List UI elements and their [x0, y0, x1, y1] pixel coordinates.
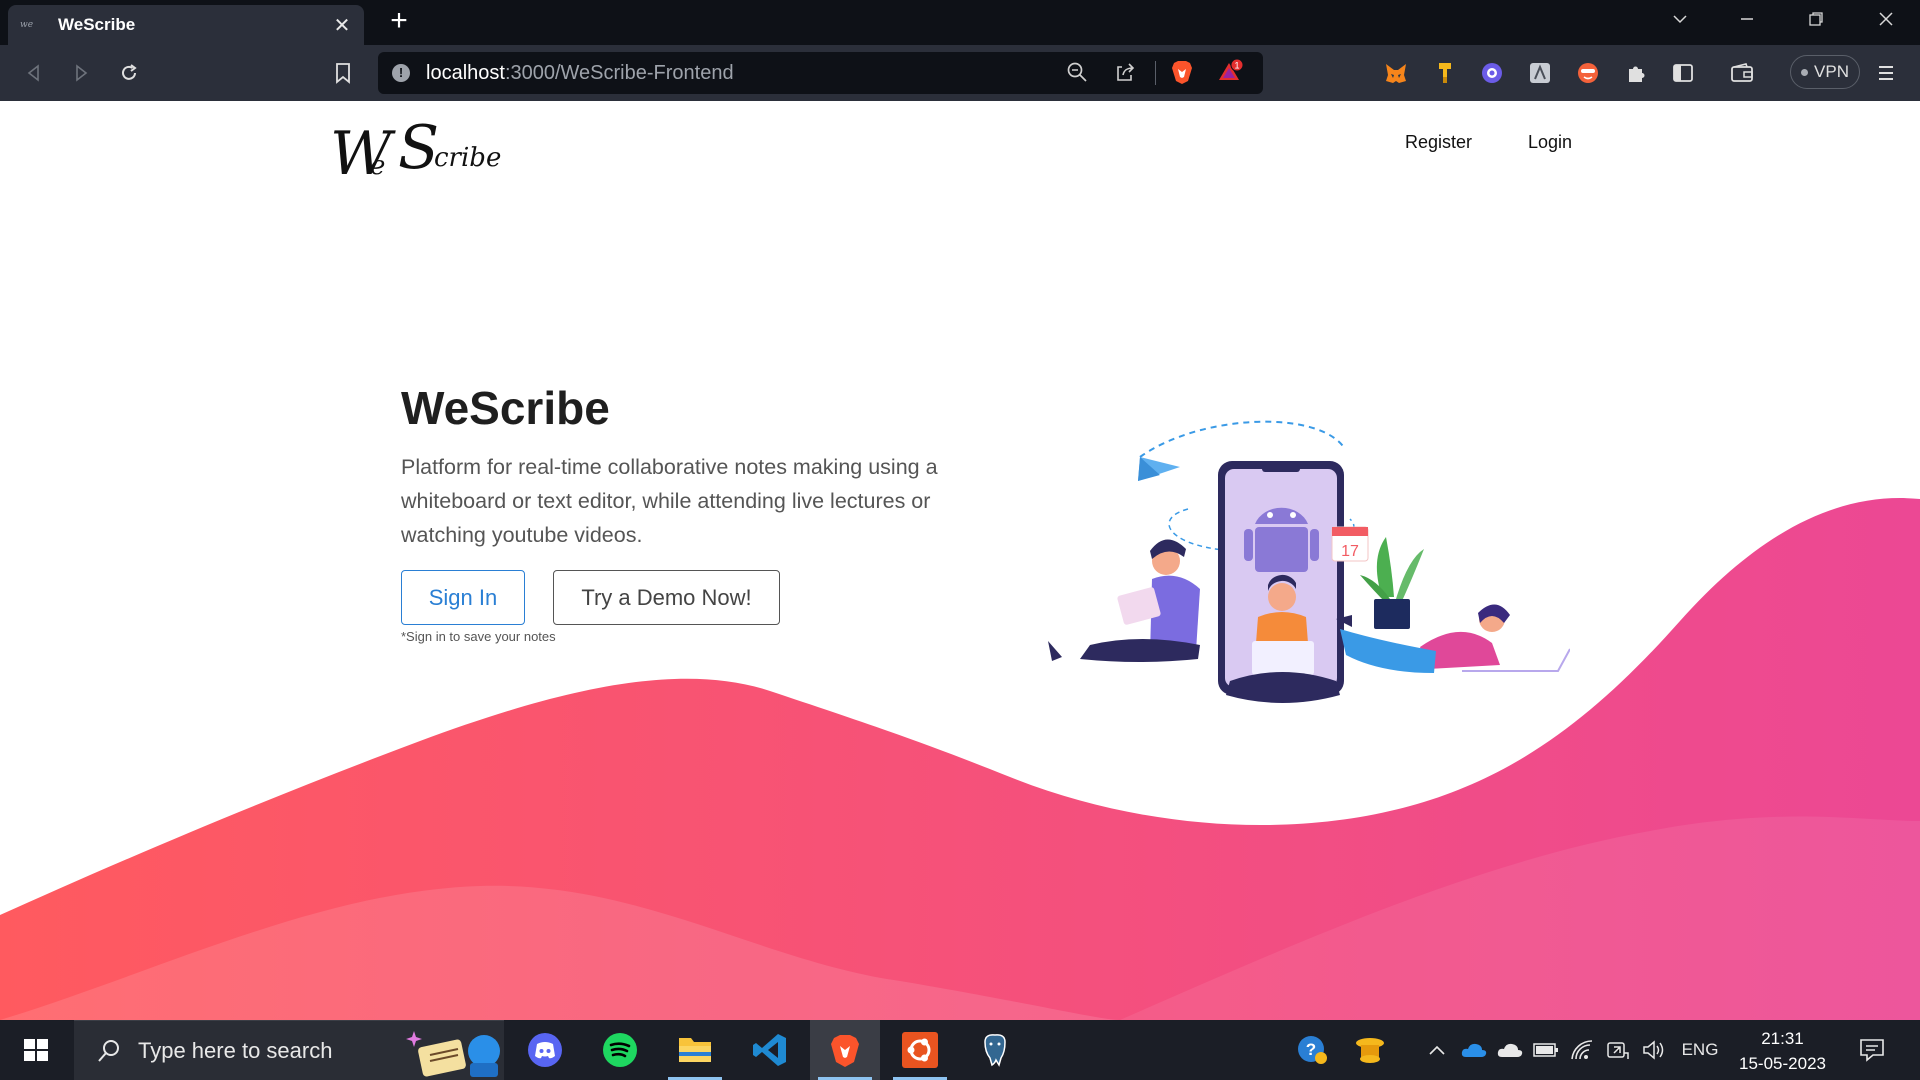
bookmark-icon[interactable]	[329, 59, 357, 87]
tray-language[interactable]: ENG	[1678, 1020, 1722, 1080]
taskbar-discord-icon[interactable]	[510, 1020, 580, 1080]
search-placeholder: Type here to search	[138, 1037, 333, 1063]
hero-title: WeScribe	[401, 382, 610, 434]
logo-letter-e: e	[370, 151, 386, 181]
tab-close-icon[interactable]: ✕	[332, 13, 352, 38]
window-close-icon[interactable]	[1866, 8, 1906, 36]
highlighter-extension-icon[interactable]	[1431, 59, 1459, 87]
tray-help-icon[interactable]: ?	[1290, 1020, 1334, 1080]
sign-in-button[interactable]: Sign In	[401, 570, 525, 625]
windows-taskbar: Type here to search ? ENG 21:31 15-05-20…	[0, 1020, 1920, 1080]
url-divider	[1155, 61, 1156, 85]
emoji-extension-icon[interactable]	[1574, 59, 1602, 87]
hero-description: Platform for real-time collaborative not…	[401, 455, 938, 547]
chat-extension-icon[interactable]	[1478, 59, 1506, 87]
forward-icon[interactable]	[67, 59, 95, 87]
metamask-icon[interactable]	[1382, 59, 1410, 87]
url-path: :3000/WeScribe-Frontend	[504, 61, 734, 84]
tab-manager-extension-icon[interactable]	[1526, 59, 1554, 87]
browser-toolbar: ! localhost:3000/WeScribe-Frontend 1 VP…	[0, 45, 1920, 101]
vpn-label: VPN	[1814, 62, 1849, 81]
taskbar-postgresql-icon[interactable]	[960, 1020, 1030, 1080]
clock-time: 21:31	[1761, 1029, 1804, 1048]
nav-login-link[interactable]: Login	[1528, 132, 1572, 153]
rewards-badge: 1	[1234, 61, 1239, 71]
reload-icon[interactable]	[115, 59, 143, 87]
browser-tab-bar: we WeScribe ✕ +	[0, 0, 1920, 45]
logo-text-cribe: cribe	[434, 143, 502, 173]
windows-start-button[interactable]	[12, 1032, 60, 1068]
chevron-down-icon[interactable]	[1660, 8, 1700, 36]
tab-favicon: we	[20, 20, 34, 30]
nav-register-link[interactable]: Register	[1405, 132, 1472, 153]
zoom-icon[interactable]	[1063, 58, 1091, 86]
tray-network-icon[interactable]	[1602, 1020, 1634, 1080]
restore-icon[interactable]	[1796, 8, 1836, 36]
tray-app-icon[interactable]	[1348, 1020, 1392, 1080]
vpn-button[interactable]: VPN	[1790, 55, 1860, 89]
taskbar-spotify-icon[interactable]	[585, 1020, 655, 1080]
tray-cloud-icon[interactable]	[1494, 1020, 1526, 1080]
tray-volume-icon[interactable]	[1638, 1020, 1670, 1080]
search-icon	[98, 1039, 119, 1062]
hero-illustration: 17	[1048, 420, 1570, 703]
wescribe-logo[interactable]: W e S cribe	[330, 113, 520, 189]
back-icon[interactable]	[20, 59, 48, 87]
extensions-puzzle-icon[interactable]	[1622, 59, 1650, 87]
vpn-status-dot	[1801, 68, 1809, 76]
svg-text:?: ?	[1306, 1040, 1316, 1059]
taskbar-search-box[interactable]: Type here to search	[74, 1020, 504, 1080]
new-tab-button[interactable]: +	[384, 6, 414, 38]
notifications-icon[interactable]	[1852, 1020, 1892, 1080]
share-icon[interactable]	[1111, 58, 1139, 86]
calendar-day: 17	[1341, 543, 1359, 560]
minimize-icon[interactable]	[1727, 8, 1767, 36]
tray-wifi-icon[interactable]	[1566, 1020, 1598, 1080]
taskbar-brave-icon[interactable]	[810, 1020, 880, 1080]
site-info-icon[interactable]: !	[392, 64, 410, 82]
logo-letter-s: S	[398, 113, 440, 183]
menu-icon[interactable]	[1872, 59, 1900, 87]
background-wave	[0, 498, 1920, 1020]
clock-date: 15-05-2023	[1739, 1054, 1826, 1073]
tray-onedrive-icon[interactable]	[1458, 1020, 1490, 1080]
search-highlight-illustration-icon	[406, 1031, 500, 1077]
tray-show-hidden-icon[interactable]	[1422, 1020, 1452, 1080]
sign-in-note: *Sign in to save your notes	[401, 629, 556, 644]
taskbar-vscode-icon[interactable]	[735, 1020, 805, 1080]
tray-battery-icon[interactable]	[1530, 1020, 1562, 1080]
address-bar[interactable]: ! localhost:3000/WeScribe-Frontend 1	[378, 52, 1263, 94]
url-host: localhost	[426, 61, 505, 84]
sidebar-toggle-icon[interactable]	[1669, 59, 1697, 87]
browser-tab[interactable]: we WeScribe ✕	[8, 5, 364, 45]
taskbar-ubuntu-icon[interactable]	[885, 1020, 955, 1080]
page-viewport: W e S cribe Register Login WeScribe Plat…	[0, 101, 1920, 1020]
try-demo-button[interactable]: Try a Demo Now!	[553, 570, 780, 625]
tab-title: WeScribe	[58, 15, 136, 34]
brave-shields-icon[interactable]	[1168, 58, 1196, 86]
taskbar-file-explorer-icon[interactable]	[660, 1020, 730, 1080]
brave-rewards-icon[interactable]: 1	[1216, 58, 1244, 86]
wallet-icon[interactable]	[1728, 59, 1756, 87]
taskbar-clock[interactable]: 21:31 15-05-2023	[1730, 1026, 1835, 1076]
